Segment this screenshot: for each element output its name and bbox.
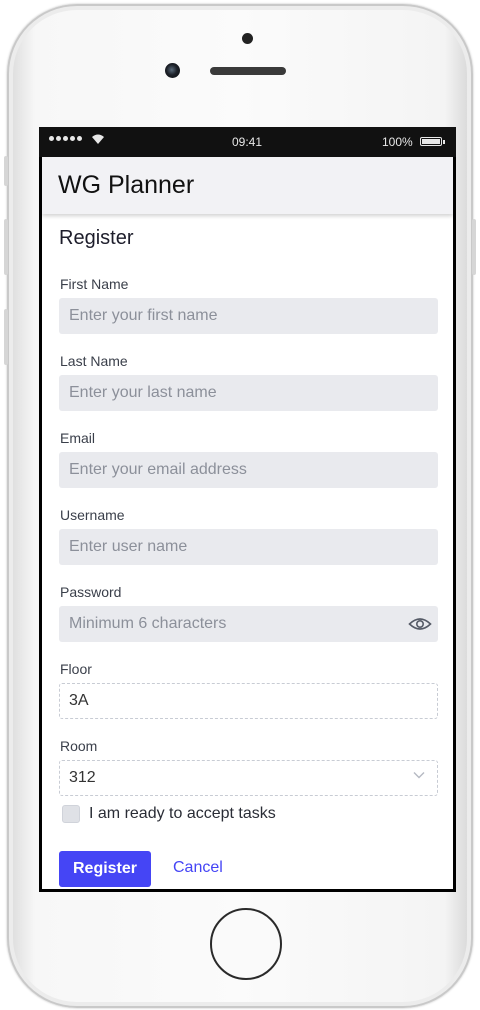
signal-icon (49, 136, 82, 141)
app-view: WG Planner Register First Name Last Name… (42, 157, 453, 889)
power-button (472, 219, 476, 275)
room-label: Room (60, 738, 98, 754)
phone-screen: 09:41 100% WG Planner Register First Nam… (39, 127, 456, 892)
app-title: WG Planner (58, 171, 195, 199)
home-button[interactable] (210, 908, 282, 980)
password-input[interactable] (59, 606, 438, 642)
email-label: Email (60, 430, 96, 446)
eye-icon[interactable] (408, 616, 432, 632)
floor-input[interactable]: 3A (59, 683, 438, 719)
accept-tasks-checkbox[interactable] (62, 805, 80, 823)
first-name-input[interactable] (59, 298, 438, 334)
battery-icon (420, 137, 442, 146)
register-button[interactable]: Register (59, 851, 151, 887)
volume-down-button (4, 309, 8, 365)
floor-label: Floor (60, 661, 92, 677)
page-title: Register (59, 227, 134, 249)
username-label: Username (60, 507, 125, 523)
phone-frame: 09:41 100% WG Planner Register First Nam… (4, 4, 476, 1008)
wifi-icon (92, 134, 104, 144)
cancel-button[interactable]: Cancel (173, 859, 223, 877)
proximity-sensor (242, 33, 253, 44)
earpiece-speaker (210, 67, 286, 75)
status-bar: 09:41 100% (39, 127, 456, 157)
mute-switch (4, 156, 8, 186)
battery-percent: 100% (382, 135, 413, 149)
app-bar: WG Planner (42, 157, 453, 214)
accept-tasks-label[interactable]: I am ready to accept tasks (89, 805, 276, 823)
last-name-input[interactable] (59, 375, 438, 411)
username-input[interactable] (59, 529, 438, 565)
password-label: Password (60, 584, 122, 600)
first-name-label: First Name (60, 276, 129, 292)
volume-up-button (4, 219, 8, 275)
last-name-label: Last Name (60, 353, 128, 369)
room-select[interactable]: 312 (59, 760, 438, 796)
battery-tip (443, 140, 445, 144)
front-camera-icon (165, 63, 180, 78)
status-time: 09:41 (232, 135, 263, 149)
chevron-down-icon (413, 772, 425, 779)
email-input[interactable] (59, 452, 438, 488)
